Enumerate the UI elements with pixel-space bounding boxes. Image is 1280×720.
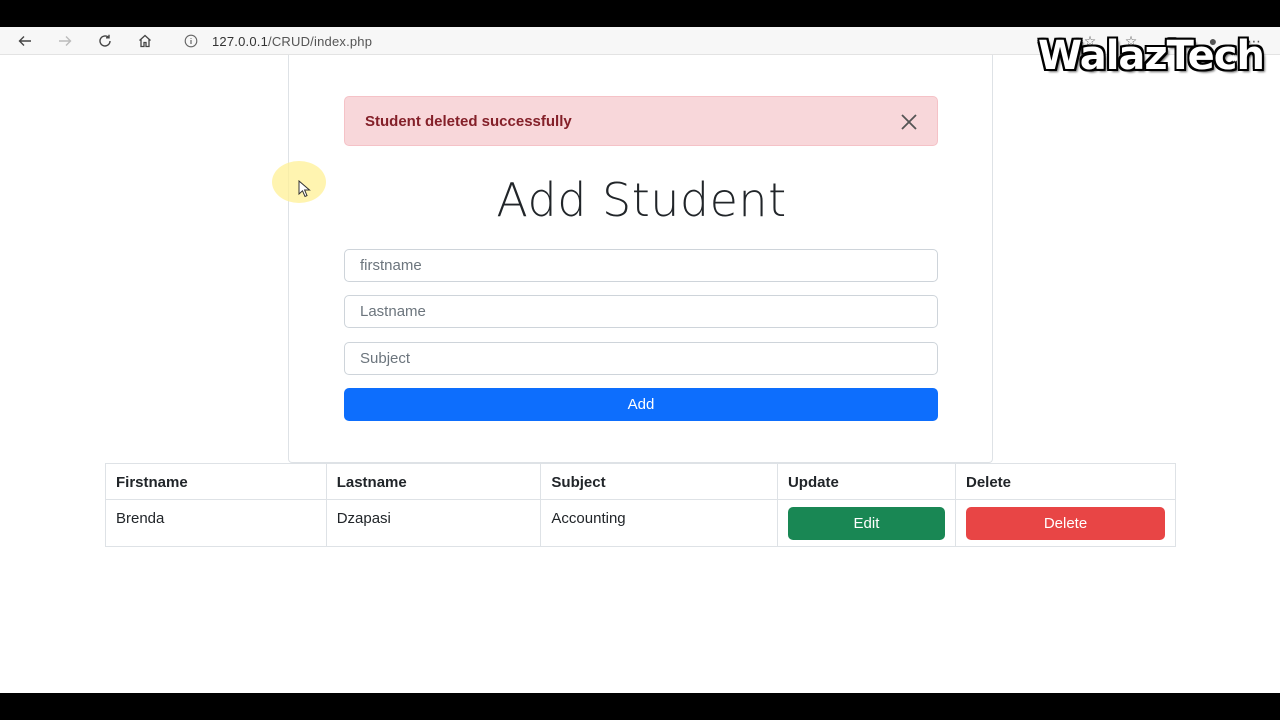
edit-button[interactable]: Edit (787, 507, 945, 540)
add-student-card: Student deleted successfully Add Student… (288, 55, 993, 463)
column-header-update: Update (776, 463, 957, 500)
back-arrow-icon (18, 36, 31, 46)
table-row: Brenda Dzapasi Accounting Edit Delete (105, 499, 1176, 547)
students-table: Firstname Lastname Subject Update Delete… (105, 463, 1176, 547)
cell-lastname: Dzapasi (325, 499, 542, 547)
column-header-firstname: Firstname (105, 463, 327, 500)
cell-firstname: Brenda (105, 499, 327, 547)
url-host: 127.0.0.1 (212, 33, 269, 49)
browser-window: 127.0.0.1/CRUD/index.php ☆ ☆ ▢ ● ⋯ Walaz… (0, 27, 1280, 693)
subject-input[interactable] (344, 342, 938, 375)
column-header-delete: Delete (955, 463, 1176, 500)
page-title: Add Student (496, 173, 787, 227)
table-header-row: Firstname Lastname Subject Update Delete (105, 463, 1176, 500)
column-header-lastname: Lastname (325, 463, 542, 500)
url-path: /CRUD/index.php (268, 33, 373, 49)
add-button[interactable]: Add (344, 388, 938, 421)
info-icon[interactable] (184, 34, 198, 48)
close-icon[interactable] (899, 112, 919, 132)
forward-button[interactable] (54, 31, 76, 51)
refresh-icon (99, 34, 111, 47)
cell-subject: Accounting (540, 499, 778, 547)
url-text: 127.0.0.1/CRUD/index.php (212, 34, 372, 49)
back-button[interactable] (14, 31, 36, 51)
refresh-button[interactable] (94, 31, 116, 51)
lastname-input[interactable] (344, 295, 938, 328)
channel-watermark: WalazTech (1038, 33, 1265, 79)
cell-delete: Delete (955, 499, 1176, 547)
home-button[interactable] (134, 31, 156, 51)
home-icon (139, 34, 151, 48)
video-letterbox-top (0, 0, 1280, 27)
firstname-input[interactable] (344, 249, 938, 282)
forward-arrow-icon (59, 36, 72, 46)
success-alert: Student deleted successfully (344, 96, 938, 146)
alert-message: Student deleted successfully (365, 112, 572, 130)
video-letterbox-bottom (0, 693, 1280, 720)
delete-button[interactable]: Delete (966, 507, 1165, 540)
column-header-subject: Subject (540, 463, 778, 500)
cell-update: Edit (776, 499, 957, 547)
mouse-pointer-icon (298, 180, 311, 198)
browser-toolbar: 127.0.0.1/CRUD/index.php ☆ ☆ ▢ ● ⋯ Walaz… (0, 27, 1280, 79)
